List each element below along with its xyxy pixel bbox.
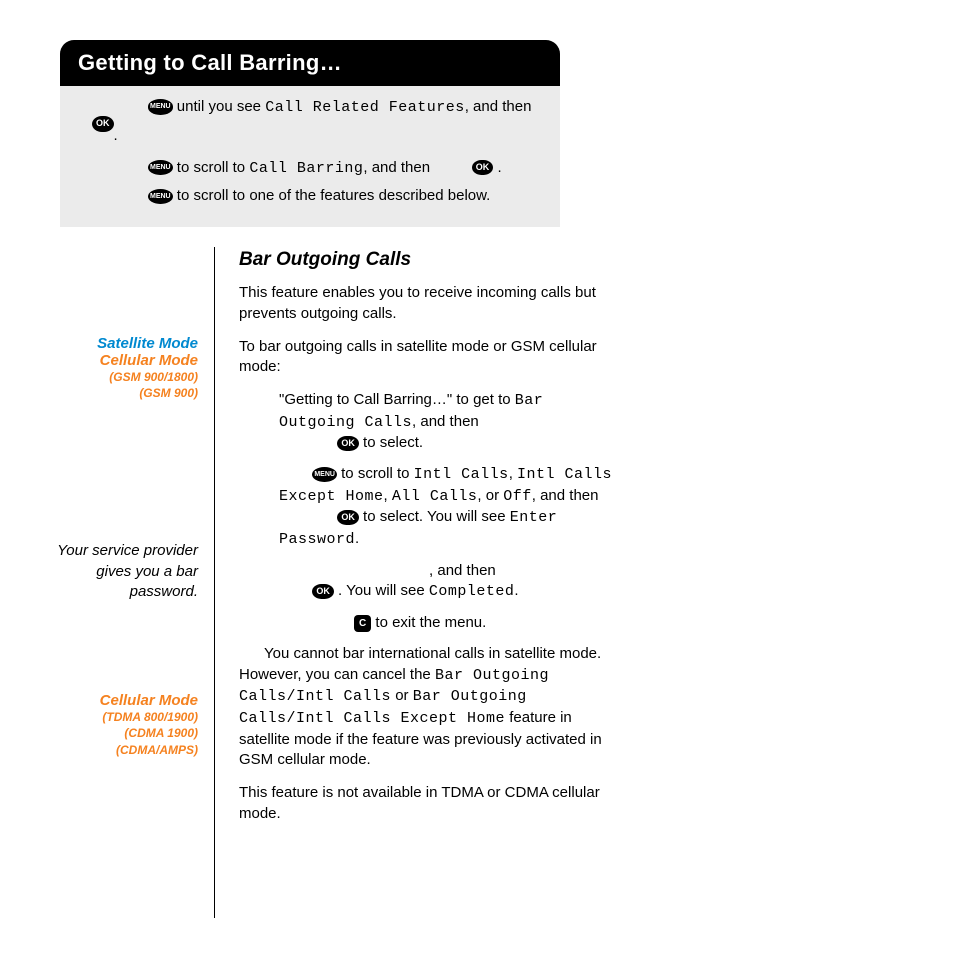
menu-icon: MENU [148,160,173,175]
c-icon: C [354,615,371,632]
ok-icon: OK [472,160,494,176]
divider [214,247,215,918]
text: , [384,487,392,504]
tip-text: Your service provider gives you a bar pa… [50,541,198,602]
main-column: Bar Outgoing Calls This feature enables … [239,247,619,918]
paragraph: This feature enables you to receive inco… [239,283,619,324]
text: . [355,530,359,547]
section-title: Bar Outgoing Calls [239,247,619,273]
menu-name: All Calls [392,488,478,505]
text: to select. You will see [359,508,510,525]
text: to exit the menu. [371,614,486,631]
step: C to exit the menu. [239,613,619,634]
mode-detail: (CDMA/AMPS) [50,742,198,758]
text: to select. [359,434,423,451]
ok-icon: OK [92,116,114,132]
text: "Getting to Call Barring…" to get to [279,391,515,408]
text: to scroll to [173,159,250,176]
menu-name: Call Barring [249,160,363,177]
text: to scroll to one of the features describ… [173,187,491,204]
ok-icon: OK [337,510,359,526]
procedure-box: Getting to Call Barring… OK MENU until y… [60,40,560,227]
menu-name: Off [503,488,532,505]
note: You cannot bar international calls in sa… [239,644,619,771]
cellular-mode-label: Cellular Mode [50,692,198,709]
menu-name: Call Related Features [265,99,465,116]
text: . [493,159,501,176]
text: , or [477,487,503,504]
satellite-mode-label: Satellite Mode [50,335,198,352]
text: , and then [429,562,496,579]
paragraph: To bar outgoing calls in satellite mode … [239,337,619,378]
procedure-title: Getting to Call Barring… [60,40,560,86]
text: , and then [412,413,479,430]
text: or [391,687,413,704]
step: , and then OK . You will see Completed. [239,561,619,603]
mode-detail: (CDMA 1900) [50,725,198,741]
text: , and then [363,159,434,176]
menu-name: Intl Calls [414,466,509,483]
mode-detail: (TDMA 800/1900) [50,709,198,725]
text: , and then [532,487,599,504]
paragraph: This feature is not available in TDMA or… [239,783,619,824]
mode-detail: (GSM 900) [50,385,198,401]
menu-name: Completed [429,583,515,600]
ok-icon: OK [337,436,359,452]
text: . You will see [334,582,429,599]
menu-icon: MENU [148,99,173,114]
ok-icon: OK [312,584,334,600]
step: "Getting to Call Barring…" to get to Bar… [239,390,619,454]
text: . [114,127,118,144]
menu-icon: MENU [312,467,337,482]
text: , [509,465,517,482]
text: , and then [465,98,532,115]
text: until you see [173,98,266,115]
text: to scroll to [337,465,414,482]
side-column: Satellite Mode Cellular Mode (GSM 900/18… [50,247,214,918]
step: MENU to scroll to Intl Calls, Intl Calls… [239,464,619,551]
mode-detail: (GSM 900/1800) [50,369,198,385]
cellular-mode-label: Cellular Mode [50,352,198,369]
text: . [514,582,518,599]
menu-icon: MENU [148,189,173,204]
